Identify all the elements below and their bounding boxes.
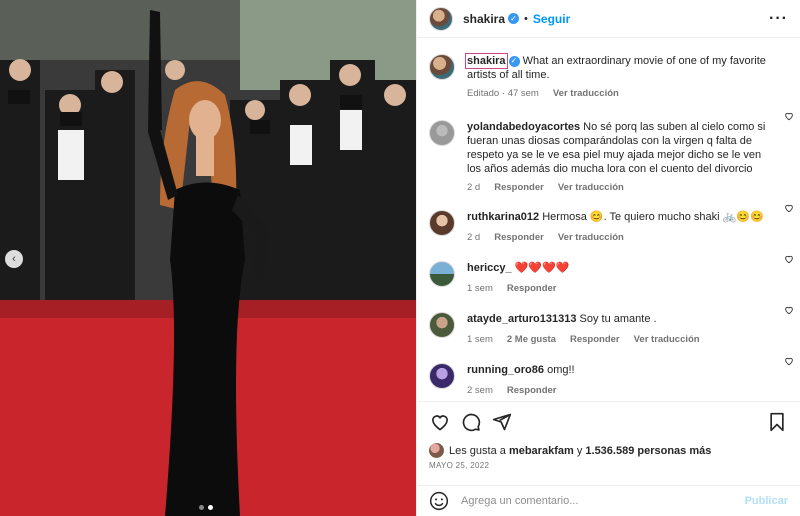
header-separator: •: [524, 12, 528, 25]
comment-composer: Publicar: [417, 485, 800, 516]
commenter-avatar[interactable]: [429, 363, 455, 389]
reply-button[interactable]: Responder: [494, 231, 544, 245]
comment-time: 1 sem: [467, 283, 493, 294]
comment-button[interactable]: [460, 411, 482, 433]
caption-entry: shakira ✓ What an extraordinary movie of …: [417, 39, 800, 105]
comments-scroll-area[interactable]: shakira ✓ What an extraordinary movie of …: [417, 39, 800, 400]
comment-time: 1 sem: [467, 334, 493, 345]
post-photo[interactable]: ‹: [0, 0, 416, 516]
author-avatar[interactable]: [429, 54, 455, 80]
edited-status: Editado · 47 sem: [467, 88, 539, 99]
carousel-dot: [199, 505, 204, 510]
commenter-avatar[interactable]: [429, 261, 455, 287]
comment-body: yolandabedoyacortes No sé porq las suben…: [467, 120, 767, 197]
commenter-avatar[interactable]: [429, 312, 455, 338]
photo-illustration: [0, 0, 416, 516]
comment-text: ❤️❤️❤️❤️: [514, 262, 570, 274]
comment-item: ruthkarina012 Hermosa 😊. Te quiero mucho…: [417, 197, 800, 248]
likes-count[interactable]: 1.536.589 personas más: [585, 445, 711, 457]
likes-and: y: [576, 444, 583, 457]
comment-meta: 1 sem Responder: [467, 282, 767, 296]
comment-item: running_oro86 omg!! 2 sem Responder: [417, 350, 800, 400]
comment-likes[interactable]: 2 Me gusta: [507, 333, 556, 347]
publish-button[interactable]: Publicar: [745, 495, 788, 507]
like-button[interactable]: [429, 411, 451, 433]
post-side-panel: shakira ✓ • Seguir ··· shakira ✓ What an …: [416, 0, 800, 516]
comment-input[interactable]: [461, 495, 745, 507]
reply-button[interactable]: Responder: [507, 384, 557, 398]
likes-prefix: Les gusta a: [449, 444, 506, 457]
commenter-avatar[interactable]: [429, 120, 455, 146]
more-options-icon[interactable]: ···: [769, 10, 788, 28]
reply-button[interactable]: Responder: [494, 181, 544, 195]
heart-icon[interactable]: [784, 254, 794, 264]
translate-link[interactable]: Ver traducción: [558, 181, 624, 195]
comment-meta: 2 d Responder Ver traducción: [467, 231, 767, 245]
post-header: shakira ✓ • Seguir ···: [417, 0, 800, 38]
translate-link[interactable]: Ver traducción: [634, 333, 700, 347]
verified-icon: ✓: [508, 13, 520, 24]
heart-icon[interactable]: [784, 111, 794, 121]
comment-meta: 1 sem 2 Me gusta Responder Ver traducció…: [467, 333, 767, 347]
emoji-icon[interactable]: [429, 491, 449, 511]
comment-time: 2 d: [467, 182, 481, 193]
commenter-username[interactable]: hericcy_: [467, 262, 512, 274]
author-avatar[interactable]: [429, 6, 453, 31]
caption-body: shakira ✓ What an extraordinary movie of …: [465, 53, 767, 105]
comment-text: Soy tu amante .: [579, 313, 657, 325]
commenter-avatar[interactable]: [429, 210, 455, 236]
reply-button[interactable]: Responder: [507, 282, 557, 296]
author-username[interactable]: shakira: [463, 12, 505, 26]
save-icon: [770, 412, 784, 431]
carousel-dots: [199, 505, 213, 510]
verified-icon: ✓: [508, 55, 520, 67]
comment-body: atayde_arturo131313 Soy tu amante . 1 se…: [467, 312, 767, 350]
comment-item: atayde_arturo131313 Soy tu amante . 1 se…: [417, 299, 800, 350]
translate-link[interactable]: Ver traducción: [553, 87, 619, 101]
commenter-username[interactable]: atayde_arturo131313: [467, 313, 576, 325]
commenter-username[interactable]: yolandabedoyacortes: [467, 121, 580, 133]
caption-username[interactable]: shakira: [465, 53, 508, 69]
share-icon: [492, 413, 512, 430]
comment-body: running_oro86 omg!! 2 sem Responder: [467, 363, 767, 400]
comment-time: 2 sem: [467, 385, 493, 396]
comment-icon: [462, 413, 481, 431]
save-button[interactable]: [766, 411, 788, 433]
comment-text: omg!!: [547, 364, 575, 376]
caption-meta: Editado · 47 sem Ver traducción: [467, 87, 767, 101]
heart-icon: [432, 414, 448, 430]
comment-time: 2 d: [467, 232, 481, 243]
heart-icon[interactable]: [784, 305, 794, 315]
comment-body: ruthkarina012 Hermosa 😊. Te quiero mucho…: [467, 210, 767, 248]
comment-text: Hermosa 😊. Te quiero mucho shaki 🚲😊😊: [542, 211, 764, 223]
chevron-left-icon[interactable]: ‹: [5, 250, 23, 268]
comment-meta: 2 sem Responder: [467, 384, 767, 398]
likes-summary[interactable]: Les gusta a mebarakfam y 1.536.589 perso…: [429, 443, 711, 458]
commenter-username[interactable]: ruthkarina012: [467, 211, 539, 223]
liker-username[interactable]: mebarakfam: [509, 445, 574, 457]
action-bar: [417, 401, 800, 441]
heart-icon[interactable]: [784, 203, 794, 213]
share-button[interactable]: [491, 411, 513, 433]
heart-icon[interactable]: [784, 356, 794, 366]
commenter-username[interactable]: running_oro86: [467, 364, 544, 376]
post-date: MAYO 25, 2022: [429, 461, 490, 470]
translate-link[interactable]: Ver traducción: [558, 231, 624, 245]
reply-button[interactable]: Responder: [570, 333, 620, 347]
comment-item: yolandabedoyacortes No sé porq las suben…: [417, 105, 800, 197]
liker-avatar: [429, 443, 444, 458]
comment-item: hericcy_ ❤️❤️❤️❤️ 1 sem Responder: [417, 248, 800, 299]
follow-button[interactable]: Seguir: [533, 12, 570, 26]
comment-meta: 2 d Responder Ver traducción: [467, 181, 767, 195]
comment-body: hericcy_ ❤️❤️❤️❤️ 1 sem Responder: [467, 261, 767, 299]
carousel-dot-active: [208, 505, 213, 510]
